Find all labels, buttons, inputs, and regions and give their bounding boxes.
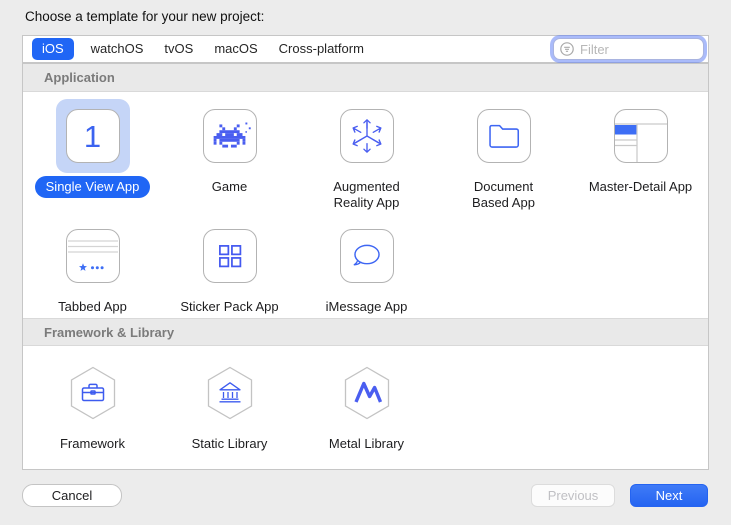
template-label: Tabbed App bbox=[58, 299, 127, 315]
master-detail-app-icon bbox=[614, 109, 668, 163]
template-item-tabbed-app[interactable]: Tabbed App bbox=[24, 219, 161, 318]
tabbed-app-icon bbox=[66, 229, 120, 283]
template-label: Document Based App bbox=[472, 179, 535, 211]
metal-library-icon bbox=[340, 364, 394, 422]
game-icon bbox=[203, 109, 257, 163]
augmented-reality-app-icon bbox=[340, 109, 394, 163]
template-label: Metal Library bbox=[329, 436, 404, 452]
tab-macos[interactable]: macOS bbox=[214, 39, 257, 59]
filter-field[interactable] bbox=[553, 38, 704, 60]
tab-tvos[interactable]: tvOS bbox=[164, 39, 193, 59]
single-view-app-icon-number: 1 bbox=[84, 121, 101, 152]
dialog-title: Choose a template for your new project: bbox=[25, 9, 264, 24]
template-item-document-based-app[interactable]: Document Based App bbox=[435, 99, 572, 214]
template-item-augmented-reality-app[interactable]: Augmented Reality App bbox=[298, 99, 435, 214]
single-view-app-icon: 1 bbox=[66, 109, 120, 163]
section-header-application: Application bbox=[23, 64, 708, 92]
tab-ios[interactable]: iOS bbox=[32, 38, 74, 60]
template-item-imessage-app[interactable]: iMessage App bbox=[298, 219, 435, 318]
template-label: iMessage App bbox=[326, 299, 408, 315]
template-item-framework[interactable]: Framework bbox=[24, 356, 161, 470]
framework-library-grid: Framework Static Library bbox=[23, 346, 708, 470]
cancel-button[interactable]: Cancel bbox=[22, 484, 122, 507]
next-button[interactable]: Next bbox=[630, 484, 708, 507]
template-label: Augmented Reality App bbox=[333, 179, 400, 211]
template-label: Single View App bbox=[35, 176, 151, 198]
template-item-static-library[interactable]: Static Library bbox=[161, 356, 298, 470]
sticker-pack-app-icon bbox=[203, 229, 257, 283]
template-panel: Application 1 Single View App bbox=[22, 63, 709, 470]
filter-icon bbox=[559, 41, 575, 57]
template-item-game[interactable]: Game bbox=[161, 99, 298, 214]
filter-input[interactable] bbox=[578, 41, 698, 58]
template-label: Framework bbox=[60, 436, 125, 452]
selection-highlight: 1 bbox=[56, 99, 130, 173]
framework-icon bbox=[66, 364, 120, 422]
static-library-icon bbox=[203, 364, 257, 422]
template-label: Static Library bbox=[192, 436, 268, 452]
template-item-single-view-app[interactable]: 1 Single View App bbox=[24, 99, 161, 214]
tab-watchos[interactable]: watchOS bbox=[91, 39, 144, 59]
template-label: Sticker Pack App bbox=[180, 299, 278, 315]
application-template-grid: 1 Single View App bbox=[23, 92, 708, 318]
template-item-metal-library[interactable]: Metal Library bbox=[298, 356, 435, 470]
template-label: Master-Detail App bbox=[589, 179, 692, 195]
template-item-master-detail-app[interactable]: Master-Detail App bbox=[572, 99, 709, 214]
previous-button[interactable]: Previous bbox=[531, 484, 615, 507]
template-item-sticker-pack-app[interactable]: Sticker Pack App bbox=[161, 219, 298, 318]
template-label: Game bbox=[212, 179, 247, 195]
section-header-framework-library: Framework & Library bbox=[23, 318, 708, 346]
tab-cross-platform[interactable]: Cross-platform bbox=[279, 39, 364, 59]
section-header-label: Framework & Library bbox=[44, 325, 174, 340]
section-header-label: Application bbox=[44, 70, 115, 85]
document-based-app-icon bbox=[477, 109, 531, 163]
imessage-app-icon bbox=[340, 229, 394, 283]
